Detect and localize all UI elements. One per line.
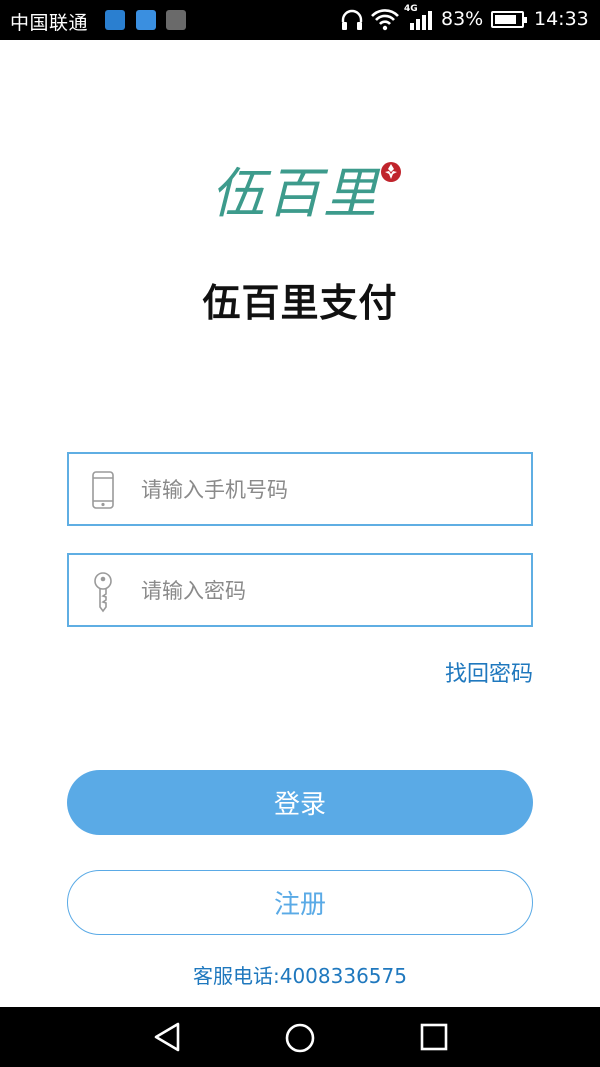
smartphone-icon xyxy=(91,470,115,514)
login-button[interactable]: 登录 xyxy=(67,770,533,835)
status-bar: 中国联通 4G 83% 14:33 xyxy=(0,0,600,40)
battery-percent: 83% xyxy=(441,8,484,30)
battery-icon xyxy=(491,11,527,28)
home-circle-icon[interactable] xyxy=(283,1021,317,1059)
key-icon xyxy=(91,571,115,617)
phone-field[interactable] xyxy=(67,452,533,526)
register-button[interactable]: 注册 xyxy=(67,870,533,935)
customer-service-hotline[interactable]: 客服电话:4008336575 xyxy=(0,960,600,989)
clock: 14:33 xyxy=(534,8,589,30)
back-triangle-icon[interactable] xyxy=(152,1021,184,1057)
battery-level-fill xyxy=(495,15,516,24)
forgot-password-link[interactable]: 找回密码 xyxy=(445,656,533,688)
headphones-icon xyxy=(340,8,364,36)
notification-app-icon xyxy=(105,10,125,30)
brand-title: 伍百里支付 xyxy=(202,281,398,325)
signal-icon xyxy=(408,8,434,36)
password-field[interactable] xyxy=(67,553,533,627)
carrier-label: 中国联通 xyxy=(10,12,89,34)
notification-health-icon xyxy=(136,10,156,30)
password-input[interactable] xyxy=(139,555,523,627)
brand-logo: 伍百里 xyxy=(211,162,379,225)
phone-input[interactable] xyxy=(139,454,523,526)
system-navigation-bar xyxy=(0,1007,600,1067)
seal-icon xyxy=(380,160,402,188)
recents-square-icon[interactable] xyxy=(419,1021,449,1057)
notification-image-icon xyxy=(166,10,186,30)
wifi-icon xyxy=(370,8,400,36)
